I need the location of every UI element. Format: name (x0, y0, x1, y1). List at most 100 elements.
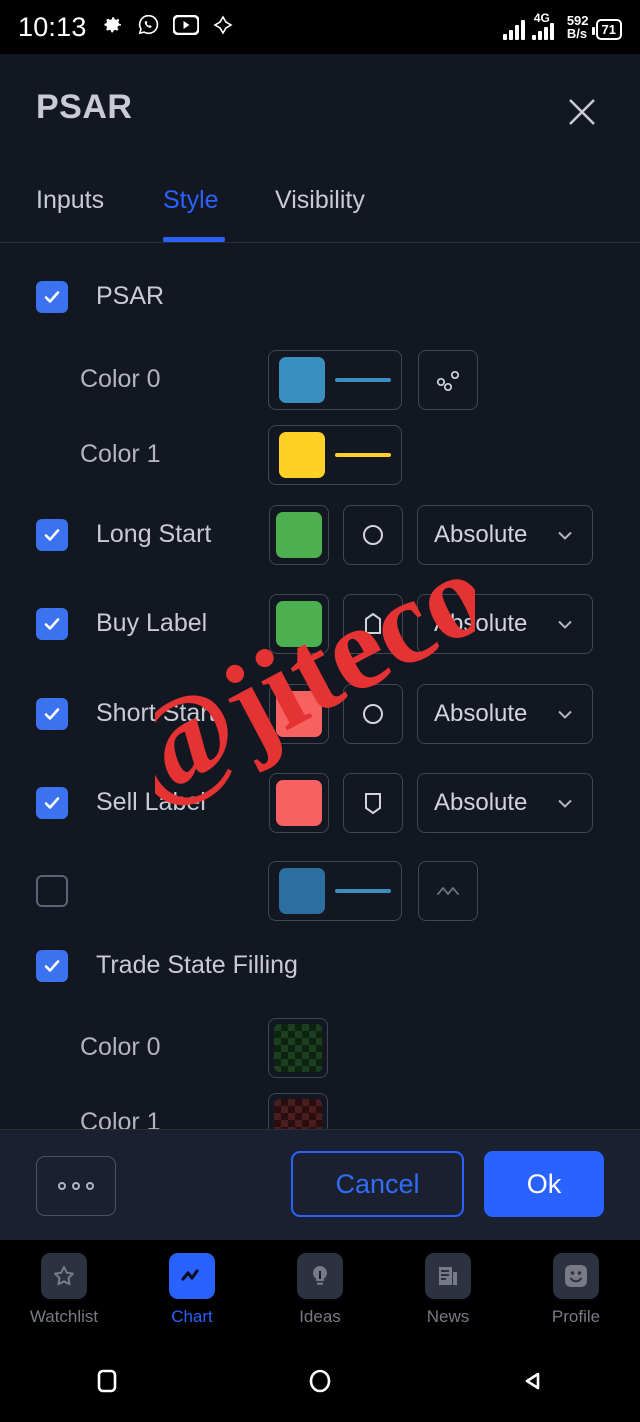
nav-label-chart: Chart (171, 1307, 213, 1326)
nav-item-chart[interactable]: Chart (128, 1253, 256, 1327)
android-nav-bar (0, 1340, 640, 1422)
battery-icon: 71 (591, 19, 622, 40)
row-label-short-start: Short Start (96, 699, 216, 727)
checkbox-short-start[interactable] (36, 697, 68, 730)
close-icon[interactable] (560, 90, 604, 134)
select-value: Absolute (434, 520, 528, 548)
nav-item-news[interactable]: News (384, 1253, 512, 1327)
nav-label-profile: Profile (551, 1307, 601, 1326)
row-label-long-start: Long Start (96, 520, 212, 548)
row-label-buy-label: Buy Label (96, 609, 208, 637)
color-swatch (276, 779, 322, 826)
color-swatch (276, 600, 322, 647)
row-label-color-0: Color 0 (80, 365, 161, 393)
recents-square-icon[interactable] (0, 1366, 213, 1396)
checkbox-sell-label[interactable] (36, 786, 68, 819)
star-icon (41, 1253, 87, 1299)
select-value: Absolute (434, 699, 528, 727)
color-swatch (276, 511, 322, 558)
label-down-icon[interactable] (343, 772, 403, 833)
diamond-icon (212, 14, 234, 41)
row-label-fill-color-0: Color 0 (80, 1033, 161, 1061)
tab-inputs[interactable]: Inputs (36, 186, 104, 215)
select-buy-label-location[interactable]: Absolute (417, 593, 593, 654)
page-title: PSAR (36, 88, 133, 126)
app-root: 10:13 4G 592 B/s 71 PSAR Inputs Style Vi… (0, 0, 640, 1422)
lightbulb-icon (297, 1253, 343, 1299)
color-swatch (279, 356, 325, 403)
data-speed-unit: B/s (566, 26, 588, 41)
row-psar: PSAR (0, 252, 640, 341)
dialog-header: PSAR (0, 54, 640, 170)
signal-bars-icon (502, 18, 525, 40)
row-long-start: Long Start Absolute (0, 490, 640, 579)
color-picker-unnamed-plot[interactable] (268, 860, 402, 921)
label-up-icon[interactable] (343, 593, 403, 654)
line-preview (335, 377, 391, 382)
tab-active-underline (163, 237, 225, 242)
nav-label-watchlist: Watchlist (29, 1307, 99, 1326)
data-speed: 592 B/s (567, 14, 589, 40)
nav-item-ideas[interactable]: Ideas (256, 1253, 384, 1327)
color-swatch (279, 431, 325, 478)
row-label-sell-label: Sell Label (96, 788, 206, 816)
status-time: 10:13 (18, 11, 87, 42)
chevron-down-icon (558, 620, 572, 629)
checkbox-unnamed-plot[interactable] (36, 874, 68, 907)
nav-item-watchlist[interactable]: Watchlist (0, 1253, 128, 1327)
transparent-green-swatch (274, 1023, 322, 1072)
chart-line-icon (169, 1253, 215, 1299)
checkbox-buy-label[interactable] (36, 607, 68, 640)
chevron-down-icon (558, 531, 572, 540)
line-preview (335, 888, 391, 893)
tab-style[interactable]: Style (163, 186, 219, 215)
chevron-down-icon (558, 710, 572, 719)
wave-line-icon[interactable] (418, 860, 478, 921)
back-triangle-icon[interactable] (427, 1366, 640, 1396)
nav-item-profile[interactable]: Profile (512, 1253, 640, 1327)
row-sell-label: Sell Label Absolute (0, 758, 640, 847)
row-short-start: Short Start Absolute (0, 669, 640, 758)
bottom-nav: Watchlist Chart Ideas News Profile (0, 1240, 640, 1340)
row-trade-state-filling: Trade State Filling (0, 921, 640, 1010)
select-short-start-location[interactable]: Absolute (417, 683, 593, 744)
color-picker-short-start[interactable] (269, 683, 329, 744)
cancel-button[interactable]: Cancel (291, 1151, 464, 1217)
color-picker-sell-label[interactable] (269, 772, 329, 833)
whatsapp-icon (137, 13, 160, 41)
row-label-color-1: Color 1 (80, 440, 161, 468)
more-options-icon[interactable] (36, 1156, 116, 1216)
smiley-face-icon (553, 1253, 599, 1299)
status-bar: 10:13 4G 592 B/s 71 (0, 0, 640, 54)
ok-button[interactable]: Ok (484, 1151, 604, 1217)
tab-bar: Inputs Style Visibility (0, 170, 640, 243)
transparent-red-swatch (274, 1098, 322, 1129)
color-picker-long-start[interactable] (269, 504, 329, 565)
home-circle-icon[interactable] (213, 1365, 426, 1397)
row-psar-color-1: Color 1 (0, 410, 640, 499)
style-settings-list[interactable]: PSAR Color 0 Color 1 Long Start Absolute… (0, 243, 640, 1129)
color-swatch (279, 867, 325, 914)
status-bar-right: 4G 592 B/s 71 (502, 12, 622, 40)
tab-visibility[interactable]: Visibility (275, 186, 365, 215)
youtube-icon (171, 14, 200, 40)
battery-level: 71 (601, 22, 616, 37)
color-picker-fill-color-0[interactable] (268, 1017, 328, 1078)
checkbox-psar[interactable] (36, 280, 68, 313)
color-picker-psar-color-1[interactable] (268, 424, 402, 485)
nav-label-news: News (426, 1307, 470, 1326)
select-sell-label-location[interactable]: Absolute (417, 772, 593, 833)
color-picker-buy-label[interactable] (269, 593, 329, 654)
row-buy-label: Buy Label Absolute (0, 579, 640, 668)
color-picker-psar-color-0[interactable] (268, 349, 402, 410)
row-label-psar: PSAR (96, 282, 165, 310)
select-long-start-location[interactable]: Absolute (417, 504, 593, 565)
checkbox-trade-state-filling[interactable] (36, 949, 68, 982)
scatter-dots-icon[interactable] (418, 349, 478, 410)
color-picker-fill-color-1[interactable] (268, 1092, 328, 1129)
circle-icon[interactable] (343, 683, 403, 744)
dialog-footer: Cancel Ok (0, 1129, 640, 1240)
color-swatch (276, 690, 322, 737)
checkbox-long-start[interactable] (36, 518, 68, 551)
circle-icon[interactable] (343, 504, 403, 565)
